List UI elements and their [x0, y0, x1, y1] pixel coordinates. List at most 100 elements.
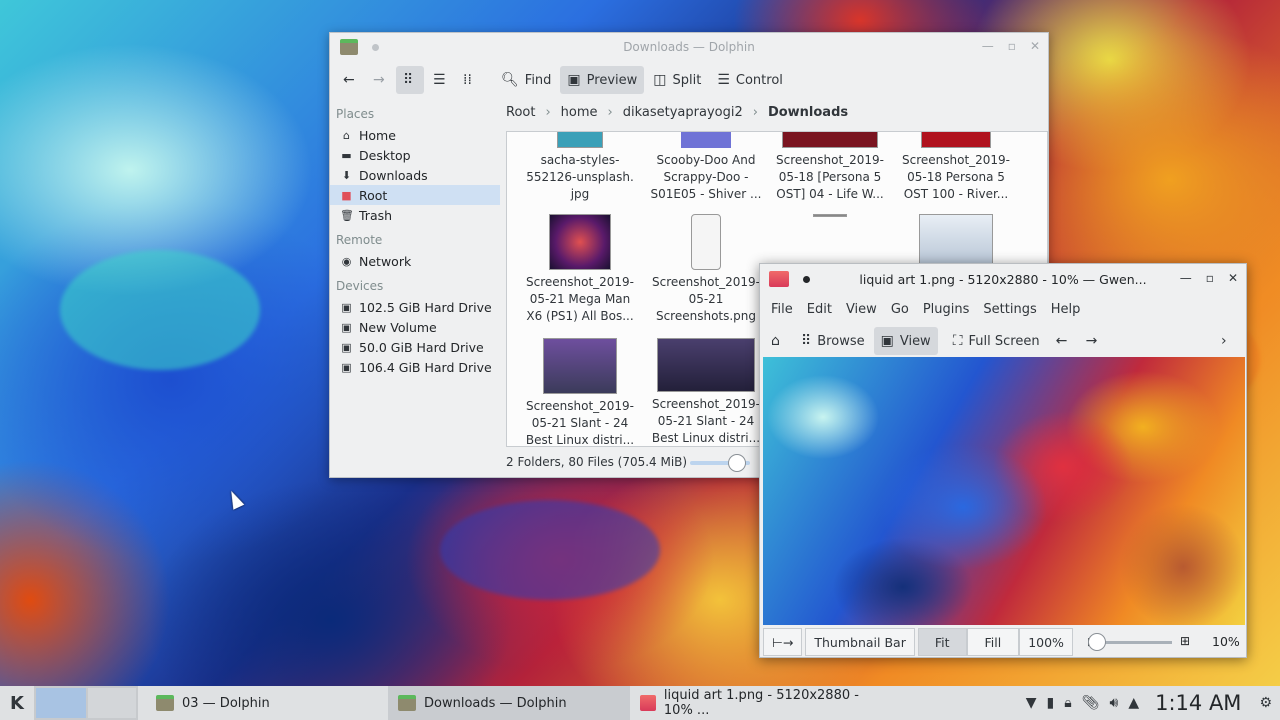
virtual-desktop-pager[interactable]: [34, 686, 138, 720]
fullscreen-button[interactable]: ⛶ Full Screen: [946, 327, 1047, 355]
forward-button[interactable]: →: [366, 66, 394, 94]
sidebar-item-home[interactable]: ⌂ Home: [330, 125, 500, 145]
sidebar-item-drive[interactable]: ▣ New Volume: [330, 317, 500, 337]
breadcrumb-item[interactable]: dikasetyaprayogi2: [623, 105, 743, 120]
file-item[interactable]: Screenshot_2019- 05-21 Slant - 24 Best Lin…: [643, 338, 769, 446]
file-item[interactable]: sacha-styles- 552126-unsplash. jpg: [517, 132, 643, 203]
file-item[interactable]: Scooby-Doo And Scrappy-Doo - S01E05 - Shiv…: [643, 132, 769, 203]
sidebar-item-drive[interactable]: ▣ 106.4 GiB Hard Drive: [330, 357, 500, 377]
sidebar-item-label: Root: [359, 187, 388, 203]
file-item[interactable]: Screenshot_2019- 05-21 Screenshots.png: [643, 214, 769, 325]
maximize-button[interactable]: ▫: [1008, 39, 1016, 53]
image-canvas[interactable]: [763, 357, 1245, 625]
file-name-line: 05-21 Mega Man: [529, 292, 631, 306]
menu-plugins[interactable]: Plugins: [916, 302, 977, 317]
file-thumbnail: [543, 338, 617, 394]
file-thumbnail: [691, 214, 721, 270]
breadcrumb-current[interactable]: Downloads: [768, 105, 848, 120]
details-icon: ⁞⁞: [463, 72, 472, 88]
maximize-button[interactable]: ▫: [1206, 271, 1214, 285]
desktop-2[interactable]: [88, 688, 136, 718]
file-name-line: S01E05 - Shiver ...: [650, 187, 762, 201]
previous-button[interactable]: ←: [1049, 327, 1077, 355]
gear-icon[interactable]: ⚙: [1259, 695, 1272, 711]
sidebar-item-drive[interactable]: ▣ 50.0 GiB Hard Drive: [330, 337, 500, 357]
file-name-line: Screenshot_2019-: [525, 399, 635, 413]
control-label: Control: [735, 72, 783, 88]
lock-icon[interactable]: 🔒︎: [1064, 695, 1071, 711]
thumbnail-bar-button[interactable]: Thumbnail Bar: [805, 628, 915, 656]
sidebar-item-trash[interactable]: 🗑︎ Trash: [330, 205, 500, 225]
kde-launcher-icon[interactable]: K: [0, 686, 34, 720]
icons-view-button[interactable]: ⠿: [396, 66, 424, 94]
sidebar-item-drive[interactable]: ▣ 102.5 GiB Hard Drive: [330, 297, 500, 317]
zoom-slider-track[interactable]: [1096, 641, 1172, 644]
browse-button[interactable]: ⠿ Browse: [794, 327, 872, 355]
next-button[interactable]: →: [1079, 327, 1107, 355]
menu-go[interactable]: Go: [884, 302, 916, 317]
search-icon: 🔍︎: [501, 72, 519, 88]
close-button[interactable]: ✕: [1030, 39, 1040, 53]
file-name-line: Screenshot_2019-: [525, 275, 635, 289]
preview-button[interactable]: ▣ Preview: [560, 66, 645, 94]
control-button[interactable]: ☰ Control: [710, 66, 790, 94]
file-name-line: 05-18 Persona 5: [907, 170, 1005, 184]
close-button[interactable]: ✕: [1228, 271, 1238, 285]
file-name-line: X6 (PS1) All Bos...: [526, 309, 634, 323]
more-button[interactable]: ›: [1214, 327, 1242, 355]
menu-edit[interactable]: Edit: [800, 302, 839, 317]
zoom-100-button[interactable]: 100%: [1019, 628, 1073, 656]
wifi-icon[interactable]: ▼: [1026, 695, 1037, 711]
fullscreen-label: Full Screen: [968, 333, 1040, 349]
file-item[interactable]: Screenshot_2019- 05-18 Persona 5 OST 100 -…: [893, 132, 1019, 203]
task-label: 03 — Dolphin: [182, 695, 270, 711]
split-button[interactable]: ◫ Split: [646, 66, 708, 94]
volume-icon[interactable]: 🔊︎: [1110, 695, 1119, 711]
task-gwenview[interactable]: liquid art 1.png - 5120x2880 - 10% ...: [630, 686, 880, 720]
task-dolphin-03[interactable]: 03 — Dolphin: [146, 686, 388, 720]
breadcrumb-item[interactable]: Root: [506, 105, 535, 120]
zoom-slider-handle[interactable]: [1088, 633, 1106, 651]
expand-tray-icon[interactable]: ▲: [1128, 695, 1139, 711]
file-name-line: Screenshot_2019-: [651, 275, 761, 289]
compact-view-button[interactable]: ☰: [426, 66, 454, 94]
menu-view[interactable]: View: [839, 302, 884, 317]
sidebar-item-downloads[interactable]: ⬇ Downloads: [330, 165, 500, 185]
battery-icon[interactable]: ▮: [1047, 695, 1055, 711]
gwenview-titlebar[interactable]: liquid art 1.png - 5120x2880 - 10% — Gwe…: [760, 264, 1246, 294]
task-dolphin-downloads[interactable]: Downloads — Dolphin: [388, 686, 630, 720]
minimize-button[interactable]: —: [982, 39, 994, 53]
sidebar-item-desktop[interactable]: ▬ Desktop: [330, 145, 500, 165]
clipboard-icon[interactable]: 📎︎: [1082, 695, 1100, 711]
menu-file[interactable]: File: [764, 302, 800, 317]
file-item[interactable]: [893, 214, 1019, 270]
clock[interactable]: 1:14 AM: [1155, 691, 1241, 715]
taskbar: K 03 — Dolphin Downloads — Dolphin liqui…: [0, 686, 1280, 720]
file-name-line: 552126-unsplash.: [526, 170, 634, 184]
sidebar-item-network[interactable]: ◉ Network: [330, 251, 500, 271]
file-item[interactable]: Screenshot_2019- 05-21 Mega Man X6 (PS1) A…: [517, 214, 643, 325]
view-button[interactable]: ▣ View: [873, 327, 938, 355]
home-button[interactable]: ⌂: [764, 327, 792, 355]
window-title: liquid art 1.png - 5120x2880 - 10% — Gwe…: [859, 271, 1147, 287]
zoom-slider-handle[interactable]: [728, 454, 746, 472]
file-item[interactable]: [767, 214, 893, 221]
dolphin-titlebar[interactable]: Downloads — Dolphin — ▫ ✕: [330, 33, 1048, 61]
breadcrumb-item[interactable]: home: [561, 105, 598, 120]
preview-label: Preview: [586, 72, 638, 88]
sidebar-item-root[interactable]: ■ Root: [330, 185, 500, 205]
file-item[interactable]: Screenshot_2019- 05-18 [Persona 5 OST] 04 …: [767, 132, 893, 203]
task-label: Downloads — Dolphin: [424, 695, 567, 711]
fit-button[interactable]: Fit: [917, 628, 967, 656]
back-button[interactable]: ←: [336, 66, 364, 94]
toggle-sidebar-button[interactable]: ⊢→: [763, 628, 803, 656]
menu-help[interactable]: Help: [1044, 302, 1088, 317]
desktop-1[interactable]: [36, 688, 86, 718]
file-item[interactable]: Screenshot_2019- 05-21 Slant - 24 Best Lin…: [517, 338, 643, 446]
menu-settings[interactable]: Settings: [976, 302, 1043, 317]
details-view-button[interactable]: ⁞⁞: [456, 66, 484, 94]
minimize-button[interactable]: —: [1180, 271, 1192, 285]
find-button[interactable]: 🔍︎ Find: [494, 66, 558, 94]
fill-button[interactable]: Fill: [966, 628, 1020, 656]
zoom-in-icon[interactable]: ⊞: [1180, 634, 1190, 648]
